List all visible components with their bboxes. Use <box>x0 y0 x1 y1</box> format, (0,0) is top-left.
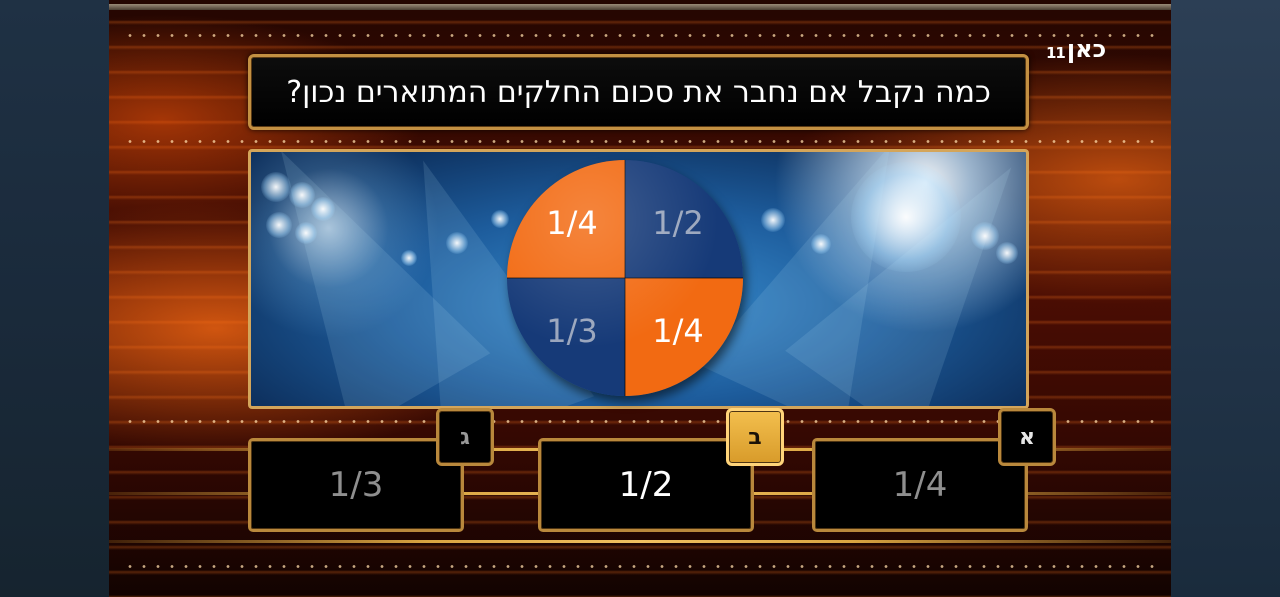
answer-letter-b[interactable]: ב <box>726 408 784 466</box>
question-text: כמה נקבל אם נחבר את סכום החלקים המתוארים… <box>286 74 991 110</box>
pie-slice-label: 1/2 <box>652 204 704 242</box>
stage-light <box>311 197 335 221</box>
stage-light <box>446 232 468 254</box>
stage-light <box>971 222 999 250</box>
answer-letter: ב <box>748 424 762 450</box>
question-box: כמה נקבל אם נחבר את סכום החלקים המתוארים… <box>248 54 1029 130</box>
stage-light <box>811 234 831 254</box>
dotted-rule <box>123 34 1157 37</box>
letterbox-left <box>0 0 109 597</box>
dotted-rule <box>123 565 1157 568</box>
stage-light <box>761 208 785 232</box>
pie-divider <box>507 277 743 279</box>
pie-slice: 1/4 <box>507 160 625 278</box>
answer-option-b[interactable]: 1/2 <box>538 438 754 532</box>
answer-value: 1/4 <box>892 465 948 505</box>
pie-slice-label: 1/4 <box>652 312 704 350</box>
pie-slice: 1/4 <box>625 278 743 396</box>
logo-number: 11 <box>1046 44 1066 62</box>
pie-slice-label: 1/4 <box>546 204 598 242</box>
logo-word: כאן <box>1066 35 1107 63</box>
broadcaster-logo: 11 כאן <box>1046 36 1106 62</box>
answer-letter-c[interactable]: ג <box>436 408 494 466</box>
pie-slice-label: 1/3 <box>546 312 598 350</box>
dotted-rule <box>123 140 1157 143</box>
top-rule <box>109 4 1171 10</box>
gold-rule <box>109 540 1171 543</box>
stage-light <box>401 250 417 266</box>
stage-light <box>261 172 291 202</box>
pie-slice: 1/3 <box>507 278 625 396</box>
fraction-pie: 1/4 1/2 1/3 1/4 <box>507 160 743 396</box>
answer-letter: ג <box>460 424 470 450</box>
pie-slice: 1/2 <box>625 160 743 278</box>
answer-option-c[interactable]: 1/3 <box>248 438 464 532</box>
answer-letter-a[interactable]: א <box>998 408 1056 466</box>
answer-value: 1/2 <box>618 465 674 505</box>
stage-light <box>996 242 1018 264</box>
answer-option-a[interactable]: 1/4 <box>812 438 1028 532</box>
answer-value: 1/3 <box>328 465 384 505</box>
stage-light <box>266 212 292 238</box>
stage-light <box>851 162 961 272</box>
letterbox-right <box>1171 0 1280 597</box>
answer-letter: א <box>1018 424 1036 450</box>
stage-light <box>295 222 317 244</box>
